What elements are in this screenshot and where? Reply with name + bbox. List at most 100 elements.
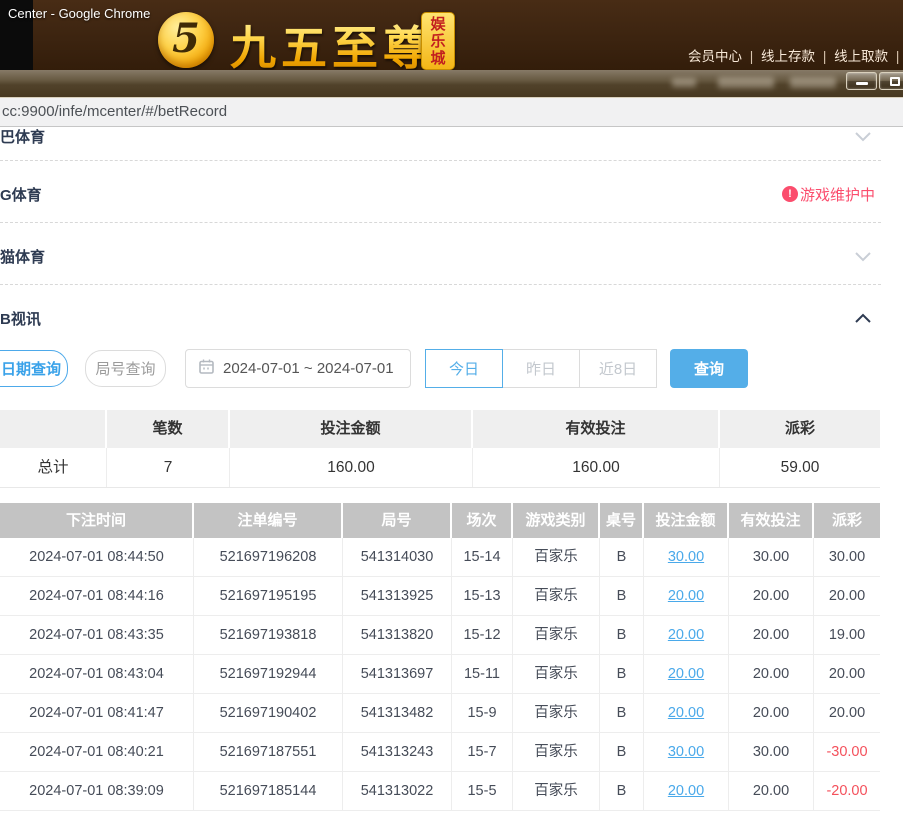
summary-total-label: 总计 xyxy=(0,448,107,487)
bet-cell: 2024-07-01 08:44:50 xyxy=(0,538,194,576)
bet-cell: 百家乐 xyxy=(513,655,600,693)
accordion-section-saba-sports[interactable]: 巴体育 xyxy=(0,119,903,153)
bet-cell: -20.00 xyxy=(814,772,880,810)
bet-cell: 15-11 xyxy=(452,655,513,693)
section-divider xyxy=(0,160,881,161)
bet-cell: 百家乐 xyxy=(513,616,600,654)
brand-badge-char: 城 xyxy=(430,50,445,67)
brand-badge: 娱 乐 城 xyxy=(421,12,455,70)
bet-header-cell: 局号 xyxy=(343,503,452,538)
bet-cell: 百家乐 xyxy=(513,694,600,732)
bet-cell: 15-7 xyxy=(452,733,513,771)
brand-badge-char: 乐 xyxy=(430,33,445,50)
chevron-down-icon xyxy=(854,131,872,142)
bet-amount-link[interactable]: 30.00 xyxy=(668,549,704,565)
table-row: 2024-07-01 08:44:16521697195195541313925… xyxy=(0,577,880,616)
bet-header-cell: 有效投注 xyxy=(729,503,814,538)
bet-header-cell: 注单编号 xyxy=(194,503,343,538)
table-row: 2024-07-01 08:40:21521697187551541313243… xyxy=(0,733,880,772)
bet-cell: B xyxy=(600,577,644,615)
bet-cell: 521697185144 xyxy=(194,772,343,810)
bet-cell: 百家乐 xyxy=(513,538,600,576)
section-label: 巴体育 xyxy=(0,126,45,147)
bet-records-table: 下注时间 注单编号 局号 场次 游戏类别 桌号 投注金额 有效投注 派彩 202… xyxy=(0,503,880,811)
bet-amount-link[interactable]: 20.00 xyxy=(668,666,704,682)
bet-amount-link[interactable]: 30.00 xyxy=(668,744,704,760)
bet-header-cell: 下注时间 xyxy=(0,503,194,538)
bet-cell: B xyxy=(600,616,644,654)
bet-cell: 20.00 xyxy=(644,577,729,615)
bet-cell: -30.00 xyxy=(814,733,880,771)
round-query-tab[interactable]: 局号查询 xyxy=(85,350,166,387)
bet-cell: 百家乐 xyxy=(513,577,600,615)
bet-cell: 20.00 xyxy=(644,772,729,810)
bet-cell: 20.00 xyxy=(814,577,880,615)
bet-header-cell: 游戏类别 xyxy=(513,503,600,538)
bet-cell: B xyxy=(600,733,644,771)
blurred-account-info xyxy=(718,77,774,88)
bet-cell: 30.00 xyxy=(729,538,814,576)
accordion-section-panda-sports[interactable]: 猫体育 xyxy=(0,239,903,273)
search-button[interactable]: 查询 xyxy=(670,349,748,388)
bet-amount-link[interactable]: 20.00 xyxy=(668,705,704,721)
bet-cell: 2024-07-01 08:43:04 xyxy=(0,655,194,693)
date-range-input[interactable]: 2024-07-01 ~ 2024-07-01 xyxy=(185,349,411,388)
summary-payout: 59.00 xyxy=(720,448,880,487)
section-label: G体育 xyxy=(0,184,42,205)
bet-cell: 20.00 xyxy=(644,616,729,654)
bet-header-cell: 场次 xyxy=(452,503,513,538)
chevron-up-icon xyxy=(854,313,872,324)
bet-cell: 20.00 xyxy=(729,616,814,654)
maximize-icon xyxy=(890,77,900,86)
last-8-days-button[interactable]: 近8日 xyxy=(579,349,657,388)
accordion-section-b-video[interactable]: B视讯 xyxy=(0,301,903,335)
blurred-account-info xyxy=(790,77,836,88)
bet-cell: B xyxy=(600,655,644,693)
bet-amount-link[interactable]: 20.00 xyxy=(668,627,704,643)
brand-title: 九五至尊 xyxy=(230,12,434,70)
brand-logo-icon: 5 xyxy=(158,12,214,68)
bet-cell: 20.00 xyxy=(729,577,814,615)
date-query-tab[interactable]: 日期查询 xyxy=(0,350,68,387)
nav-online-withdraw[interactable]: 线上取款 xyxy=(834,49,888,64)
bet-cell: 15-9 xyxy=(452,694,513,732)
bet-cell: 20.00 xyxy=(729,655,814,693)
bet-cell: 521697190402 xyxy=(194,694,343,732)
bet-amount-link[interactable]: 20.00 xyxy=(668,783,704,799)
bet-cell: 30.00 xyxy=(729,733,814,771)
table-row: 2024-07-01 08:39:09521697185144541313022… xyxy=(0,772,880,811)
bet-cell: 20.00 xyxy=(644,655,729,693)
chevron-down-icon xyxy=(854,251,872,262)
yesterday-button[interactable]: 昨日 xyxy=(502,349,580,388)
bet-cell: B xyxy=(600,772,644,810)
bet-cell: 30.00 xyxy=(644,538,729,576)
blurred-account-info xyxy=(672,78,696,87)
screen: 5 九五至尊 娱 乐 城 会员中心 | 线上存款 | 线上取款 | 一键 Cen… xyxy=(0,0,903,816)
bet-header-cell: 桌号 xyxy=(600,503,644,538)
logo-number: 5 xyxy=(172,15,200,62)
bet-amount-link[interactable]: 20.00 xyxy=(668,588,704,604)
maintenance-text: 游戏维护中 xyxy=(800,184,875,205)
date-range-value: 2024-07-01 ~ 2024-07-01 xyxy=(223,360,394,377)
minimize-icon xyxy=(856,82,868,85)
window-minimize-button[interactable] xyxy=(846,72,877,90)
accordion-section-g-sports[interactable]: G体育 ! 游戏维护中 xyxy=(0,177,903,211)
summary-header-row: 笔数 投注金额 有效投注 派彩 xyxy=(0,410,880,448)
summary-header-cell: 投注金额 xyxy=(230,410,473,448)
nav-member-center[interactable]: 会员中心 xyxy=(688,49,742,64)
maintenance-badge: ! 游戏维护中 xyxy=(782,184,875,205)
bet-cell: 521697195195 xyxy=(194,577,343,615)
summary-table: 笔数 投注金额 有效投注 派彩 总计 7 160.00 160.00 59.00 xyxy=(0,410,880,488)
bet-cell: 19.00 xyxy=(814,616,880,654)
nav-separator: | xyxy=(750,49,754,64)
bet-cell: 521697192944 xyxy=(194,655,343,693)
bet-cell: 百家乐 xyxy=(513,772,600,810)
bet-cell: 2024-07-01 08:40:21 xyxy=(0,733,194,771)
bet-cell: 20.00 xyxy=(644,694,729,732)
table-row: 2024-07-01 08:41:47521697190402541313482… xyxy=(0,694,880,733)
window-maximize-button[interactable] xyxy=(879,72,903,90)
nav-online-deposit[interactable]: 线上存款 xyxy=(761,49,815,64)
nav-separator: | xyxy=(823,49,827,64)
today-button[interactable]: 今日 xyxy=(425,349,503,388)
summary-bet-amount: 160.00 xyxy=(230,448,473,487)
